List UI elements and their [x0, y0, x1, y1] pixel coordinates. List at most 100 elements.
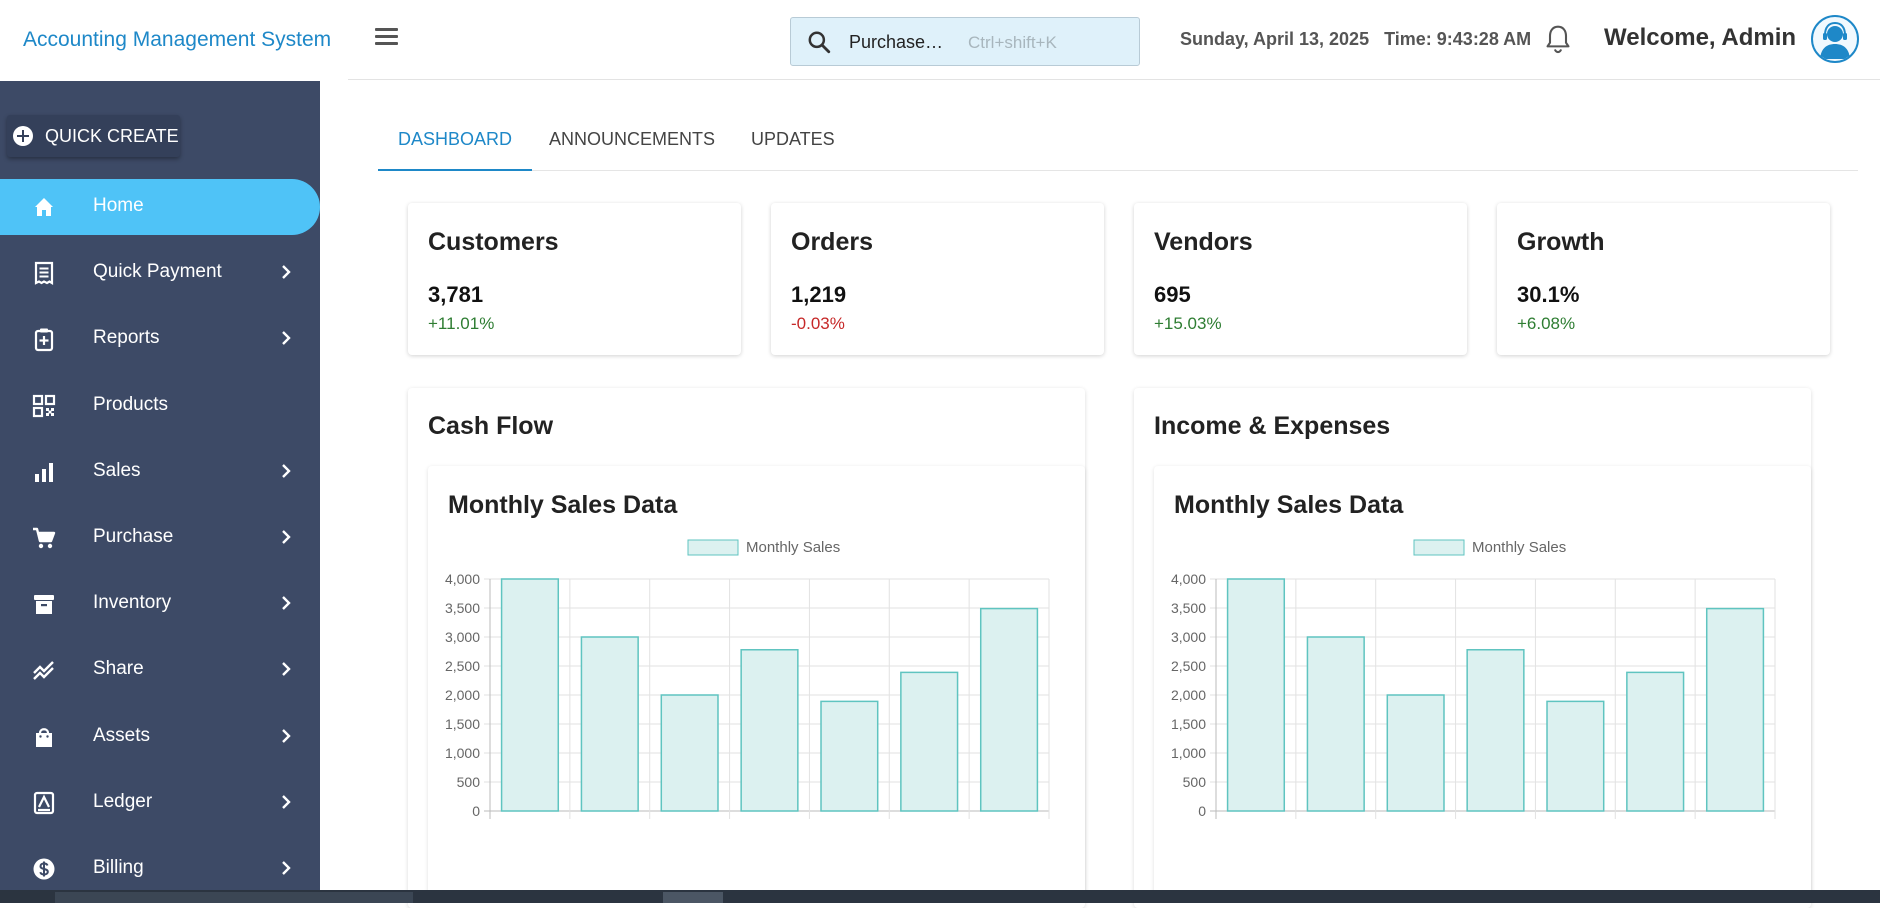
panel-title: Income & Expenses: [1154, 412, 1391, 440]
y-tick-label: 1,000: [1171, 745, 1206, 761]
search-shortcut-hint: Ctrl+shift+K: [968, 33, 1057, 52]
legend-swatch: [687, 539, 739, 556]
bar[interactable]: [1306, 636, 1365, 812]
date-time: Sunday, April 13, 2025 Time: 9:43:28 AM: [1180, 29, 1531, 50]
stat-value: 3,781: [428, 282, 484, 307]
plus-circle-icon: [13, 126, 33, 146]
income-expenses-panel: Income & Expenses Monthly Sales Data Mon…: [1134, 388, 1811, 908]
chevron-right-icon: [282, 331, 291, 346]
y-tick-label: 0: [472, 803, 480, 819]
top-header: Accounting Management System Purchase… C…: [0, 0, 1880, 80]
bar-chart: Monthly Sales 0 500 1,000 1,500 2,000 2,500 3,0…: [1171, 539, 1776, 826]
bar[interactable]: [900, 671, 959, 812]
sidebar-item-share[interactable]: Share: [0, 642, 320, 698]
stat-value: 30.1%: [1517, 282, 1580, 307]
bar[interactable]: [1546, 700, 1605, 812]
sidebar-item-assets[interactable]: Assets: [0, 709, 320, 765]
trend-icon: [33, 661, 54, 681]
sidebar-item-ledger[interactable]: Ledger: [0, 775, 320, 831]
x-tick-label: Mar: [677, 825, 703, 826]
sidebar-item-quick-payment[interactable]: Quick Payment: [0, 245, 320, 301]
bar[interactable]: [1705, 607, 1765, 812]
stat-card-growth: Growth 30.1% +6.08%: [1497, 203, 1830, 355]
welcome-message: Welcome, Admin: [1604, 24, 1797, 51]
sidebar-item-label: Reports: [93, 327, 160, 349]
sidebar-item-label: Share: [93, 658, 144, 680]
stat-value: 1,219: [791, 282, 847, 307]
sidebar-item-label: Sales: [93, 459, 141, 481]
y-tick-label: 500: [457, 774, 481, 790]
sidebar-item-label: Quick Payment: [93, 261, 222, 283]
bar[interactable]: [660, 694, 719, 812]
y-tick-label: 2,000: [445, 687, 480, 703]
current-date: Sunday, April 13, 2025: [1180, 29, 1370, 49]
sidebar-item-billing[interactable]: Billing: [0, 841, 320, 890]
chevron-right-icon: [282, 265, 291, 280]
y-tick-label: 2,000: [1171, 687, 1206, 703]
header-divider: [348, 79, 1880, 80]
stat-card-customers: Customers 3,781 +11.01%: [408, 203, 741, 355]
tab-updates[interactable]: UPDATES: [731, 120, 855, 171]
bar[interactable]: [1226, 578, 1286, 812]
bar[interactable]: [500, 578, 560, 812]
stat-change: -0.03%: [791, 314, 845, 333]
bar[interactable]: [740, 649, 799, 812]
y-tick-label: 3,000: [1171, 629, 1206, 645]
bar[interactable]: [1386, 694, 1445, 812]
sidebar-item-purchase[interactable]: Purchase: [0, 510, 320, 566]
search-input[interactable]: Purchase… Ctrl+shift+K: [790, 17, 1140, 66]
chart-card: Monthly Sales Data Monthly Sales 0 500 1,00…: [428, 466, 1085, 896]
ledger-icon: [33, 791, 55, 814]
stat-card-vendors: Vendors 695 +15.03%: [1134, 203, 1467, 355]
stat-title: Customers: [428, 228, 559, 256]
receipt-icon: [34, 262, 54, 286]
stat-change: +15.03%: [1154, 314, 1222, 333]
x-tick-label: Jan: [1244, 825, 1268, 826]
x-tick-label: Jul: [1725, 825, 1744, 826]
taskbar-app-button[interactable]: [663, 892, 723, 903]
tab-dashboard[interactable]: DASHBOARD: [378, 120, 533, 171]
cart-icon: [33, 527, 56, 549]
chart-legend[interactable]: Monthly Sales: [687, 539, 840, 556]
clipboard-icon: [34, 328, 54, 352]
y-tick-label: 3,500: [1171, 600, 1206, 616]
y-tick-label: 500: [1183, 774, 1207, 790]
sidebar-item-sales[interactable]: Sales: [0, 444, 320, 500]
bar[interactable]: [979, 607, 1039, 812]
chart-title: Monthly Sales Data: [1174, 491, 1404, 519]
sidebar-item-reports[interactable]: Reports: [0, 311, 320, 367]
x-tick-label: Feb: [1323, 825, 1349, 826]
quick-create-button[interactable]: QUICK CREATE: [7, 115, 180, 157]
chart-legend[interactable]: Monthly Sales: [1413, 539, 1566, 556]
x-tick-label: May: [835, 825, 864, 826]
bar[interactable]: [820, 700, 879, 812]
tab-announcements[interactable]: ANNOUNCEMENTS: [529, 120, 735, 171]
sidebar-item-label: Home: [93, 195, 144, 216]
home-icon: [35, 198, 53, 216]
stat-change: +6.08%: [1517, 314, 1576, 333]
sidebar-item-label: Purchase: [93, 526, 174, 547]
app-title[interactable]: Accounting Management System: [23, 28, 331, 52]
x-tick-label: Jun: [917, 825, 941, 826]
sidebar-item-home[interactable]: Home: [0, 179, 320, 235]
stat-title: Growth: [1517, 228, 1605, 256]
bar-chart-icon: [35, 462, 53, 482]
sidebar-item-inventory[interactable]: Inventory: [0, 576, 320, 632]
chevron-right-icon: [282, 463, 291, 478]
sidebar-item-label: Ledger: [93, 790, 153, 812]
x-tick-label: Apr: [1484, 825, 1507, 826]
chevron-right-icon: [282, 861, 291, 875]
user-avatar-icon[interactable]: [1811, 15, 1859, 63]
hamburger-menu-icon[interactable]: [372, 24, 402, 54]
stat-card-orders: Orders 1,219 -0.03%: [771, 203, 1104, 355]
panel-title: Cash Flow: [428, 412, 554, 440]
bar[interactable]: [1466, 649, 1525, 812]
search-text: Purchase…: [849, 32, 944, 52]
notification-bell-icon[interactable]: [1543, 23, 1573, 55]
sidebar-item-products[interactable]: Products: [0, 378, 320, 434]
taskbar-window-button[interactable]: [55, 892, 413, 903]
bar[interactable]: [1626, 671, 1685, 812]
dollar-icon: [33, 858, 55, 880]
bar[interactable]: [580, 636, 639, 812]
x-tick-label: Feb: [597, 825, 623, 826]
